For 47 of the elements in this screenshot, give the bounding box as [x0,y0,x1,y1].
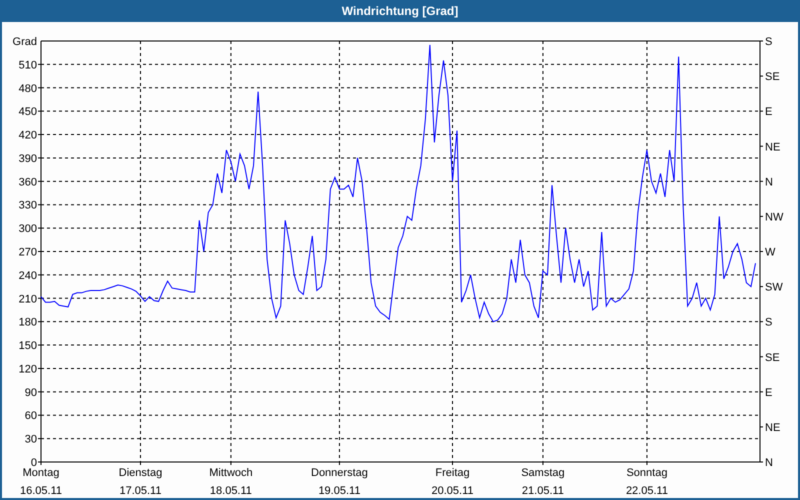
x-tick-day: Samstag [521,467,565,479]
x-tick-day: Montag [22,467,60,479]
y-tick-label: 180 [18,316,37,329]
y-tick-label: 360 [18,176,37,188]
y-tick-label: 270 [18,246,37,258]
compass-label: E [765,106,772,118]
compass-label: SE [765,71,780,84]
y-tick-label: 30 [24,434,37,446]
compass-label: NW [765,211,784,224]
x-tick-date: 19.05.11 [318,485,360,497]
compass-label: NE [765,141,780,154]
x-tick-day: Sonntag [626,467,668,479]
y-tick-label: 510 [18,59,37,72]
x-tick-day: Mittwoch [209,467,253,479]
x-tick-date: 16.05.11 [20,485,62,497]
y-tick-label: 60 [24,410,37,422]
y-tick-label: 330 [18,200,37,212]
compass-label: SW [765,282,783,294]
y-tick-label: 300 [18,223,37,236]
compass-label: S [765,36,772,48]
x-tick-date: 22.05.11 [626,485,668,497]
y-tick-label: 120 [18,363,37,376]
y-tick-label: 90 [24,386,37,399]
x-tick-date: 18.05.11 [210,485,252,497]
compass-label: NE [765,422,780,434]
y-tick-label: 240 [18,270,37,282]
x-tick-day: Freitag [435,467,470,479]
y-tick-label: 150 [18,340,37,352]
y-tick-label: 420 [18,130,37,142]
x-tick-date: 20.05.11 [432,485,474,497]
y-tick-label: 480 [18,82,37,95]
compass-label: N [765,176,773,188]
compass-label: E [765,386,772,399]
compass-label: W [765,246,776,258]
compass-label: N [765,457,773,469]
compass-label: SE [765,352,780,364]
compass-label: S [765,316,772,329]
x-tick-day: Dienstag [118,467,162,479]
y-tick-label: 450 [18,106,37,118]
y-tick-label: 210 [18,293,37,306]
window-title: Windrichtung [Grad] [342,3,458,20]
y-tick-label: 390 [18,152,37,165]
x-tick-date: 17.05.11 [119,485,162,497]
x-tick-date: 21.05.11 [522,485,564,497]
y-tick-label: 0 [30,457,37,469]
x-tick-day: Donnerstag [311,467,368,479]
y-axis-title: Grad [12,36,37,48]
